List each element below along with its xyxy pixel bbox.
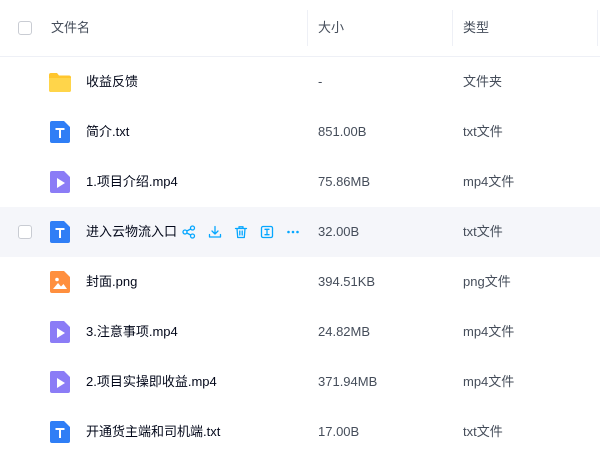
- table-row[interactable]: 3.注意事项.mp4 24.82MB mp4文件: [0, 307, 600, 357]
- file-size: 394.51KB: [318, 274, 376, 289]
- txt-file-icon: [48, 219, 72, 245]
- delete-icon[interactable]: [232, 221, 250, 243]
- column-header-type[interactable]: 类型: [463, 0, 489, 56]
- folder-icon: [48, 69, 72, 95]
- table-header: 文件名 大小 类型: [0, 0, 600, 57]
- table-row[interactable]: 封面.png 394.51KB png文件: [0, 257, 600, 307]
- table-row[interactable]: 收益反馈 - 文件夹: [0, 57, 600, 107]
- column-divider[interactable]: [597, 10, 598, 46]
- file-size: -: [318, 74, 323, 89]
- column-header-name[interactable]: 文件名: [51, 0, 90, 56]
- download-icon[interactable]: [206, 221, 224, 243]
- file-type: png文件: [463, 274, 511, 289]
- file-name[interactable]: 进入云物流入口.t: [86, 207, 176, 257]
- file-name[interactable]: 收益反馈: [86, 57, 138, 107]
- video-file-icon: [48, 319, 72, 345]
- file-size: 17.00B: [318, 424, 360, 439]
- video-file-icon: [48, 369, 72, 395]
- table-row[interactable]: 2.项目实操即收益.mp4 371.94MB mp4文件: [0, 357, 600, 407]
- file-name[interactable]: 3.注意事项.mp4: [86, 307, 178, 357]
- file-type: mp4文件: [463, 374, 515, 389]
- rename-icon[interactable]: [258, 221, 276, 243]
- select-all-checkbox[interactable]: [18, 21, 32, 35]
- file-size: 75.86MB: [318, 174, 371, 189]
- file-type: mp4文件: [463, 324, 515, 339]
- file-size: 851.00B: [318, 124, 367, 139]
- file-name[interactable]: 开通货主端和司机端.txt: [86, 407, 220, 457]
- column-divider[interactable]: [452, 10, 453, 46]
- row-action-bar: [180, 221, 302, 243]
- file-size: 24.82MB: [318, 324, 371, 339]
- file-type: txt文件: [463, 424, 503, 439]
- row-checkbox[interactable]: [18, 225, 32, 239]
- table-row[interactable]: 开通货主端和司机端.txt 17.00B txt文件: [0, 407, 600, 457]
- txt-file-icon: [48, 119, 72, 145]
- table-row[interactable]: 简介.txt 851.00B txt文件: [0, 107, 600, 157]
- table-row[interactable]: 1.项目介绍.mp4 75.86MB mp4文件: [0, 157, 600, 207]
- file-name[interactable]: 1.项目介绍.mp4: [86, 157, 178, 207]
- file-list: 文件名 大小 类型 收益反馈 - 文件夹 简介.txt 851.00B txt文…: [0, 0, 600, 457]
- column-header-size[interactable]: 大小: [318, 0, 344, 56]
- share-icon[interactable]: [180, 221, 198, 243]
- column-divider[interactable]: [307, 10, 308, 46]
- video-file-icon: [48, 169, 72, 195]
- file-name[interactable]: 2.项目实操即收益.mp4: [86, 357, 217, 407]
- image-file-icon: [48, 269, 72, 295]
- file-type: 文件夹: [463, 74, 503, 89]
- file-name[interactable]: 简介.txt: [86, 107, 129, 157]
- file-name[interactable]: 封面.png: [86, 257, 137, 307]
- file-type: txt文件: [463, 224, 503, 239]
- more-icon[interactable]: [284, 221, 302, 243]
- file-size: 32.00B: [318, 224, 360, 239]
- file-type: txt文件: [463, 124, 503, 139]
- file-size: 371.94MB: [318, 374, 378, 389]
- table-row-hovered[interactable]: 进入云物流入口.t 32.00B txt文件: [0, 207, 600, 257]
- txt-file-icon: [48, 419, 72, 445]
- file-type: mp4文件: [463, 174, 515, 189]
